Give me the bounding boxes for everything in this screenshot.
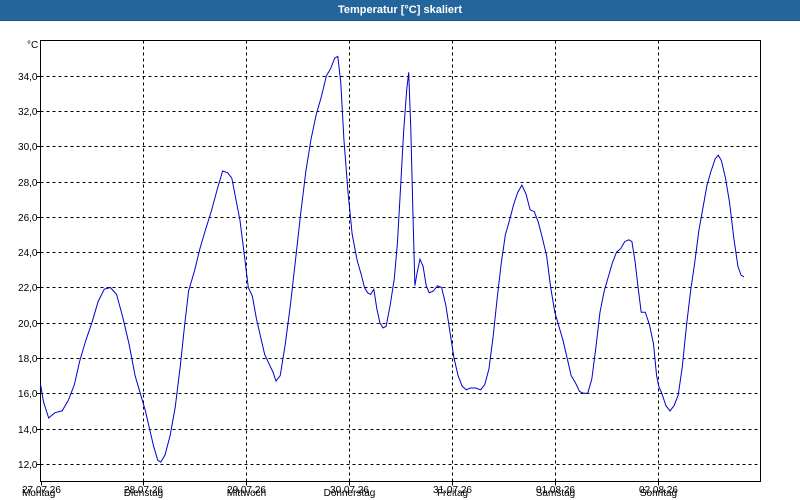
x-tick-date-label: 02.08.26 [639, 485, 678, 496]
plot-frame [40, 40, 761, 482]
window-title: Temperatur [°C] skaliert [337, 4, 462, 16]
x-tick-date-label: 31.07.26 [433, 485, 472, 496]
y-tick-label: 26,0 [18, 213, 38, 224]
y-tick-label: 18,0 [18, 354, 38, 365]
grid [40, 40, 761, 482]
y-tick-label: 12,0 [18, 460, 38, 471]
x-tick-date-label: 01.08.26 [536, 485, 575, 496]
y-tick-label: 20,0 [18, 319, 38, 330]
window-titlebar: Temperatur [°C] skaliert [0, 0, 800, 21]
y-axis-label: °C [27, 40, 38, 51]
x-tick-date-label: 29.07.26 [227, 485, 266, 496]
x-tick-date-label: 27.07.26 [22, 485, 61, 496]
y-tick-label: 16,0 [18, 389, 38, 400]
y-tick-label: 24,0 [18, 248, 38, 259]
y-tick-label: 22,0 [18, 283, 38, 294]
y-tick-label: 30,0 [18, 142, 38, 153]
y-tick-label: 28,0 [18, 178, 38, 189]
y-tick-label: 32,0 [18, 107, 38, 118]
temperature-line [40, 55, 745, 463]
x-axis-ticks: Montag27.07.26 Dienstag28.07.26 Mittwoch29… [22, 481, 678, 499]
temperature-chart: °C 12,0 14,0 16,0 18,0 20,0 22,0 24,0 26,0 28,0 3… [18, 40, 761, 499]
y-tick-label: 34,0 [18, 72, 38, 83]
x-tick-date-label: 28.07.26 [124, 485, 163, 496]
y-axis-ticks: 12,0 14,0 16,0 18,0 20,0 22,0 24,0 26,0 28,0 30,0… [18, 72, 41, 471]
y-tick-label: 14,0 [18, 425, 38, 436]
x-tick-date-label: 30.07.26 [330, 485, 369, 496]
